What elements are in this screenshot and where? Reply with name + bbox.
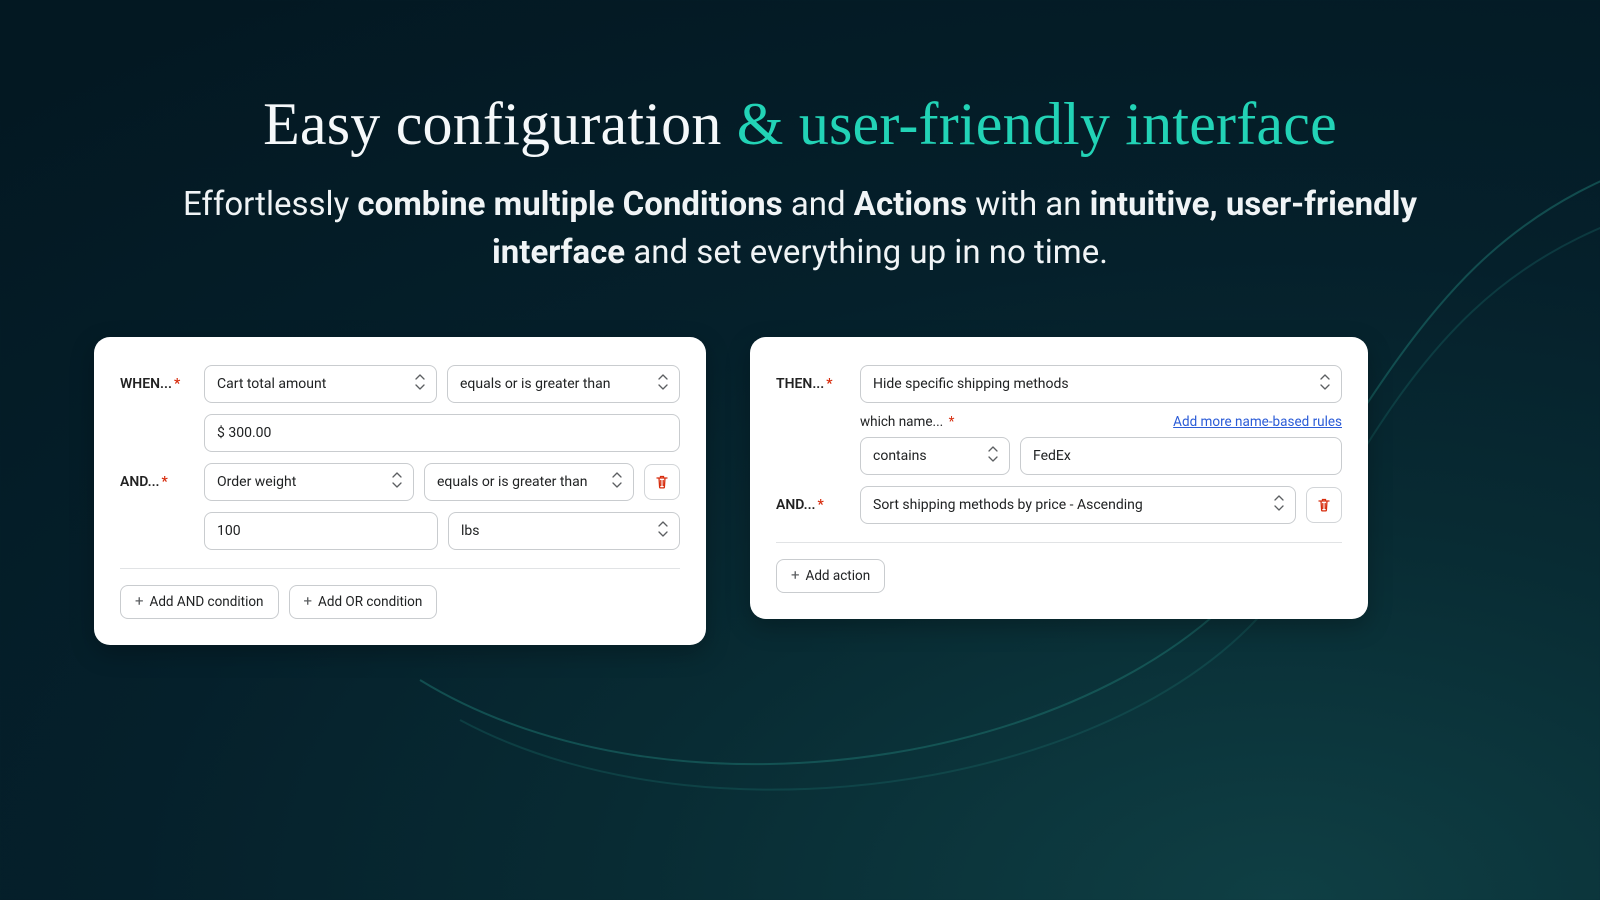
chevron-up-down-icon (657, 521, 669, 541)
chevron-up-down-icon (987, 446, 999, 466)
plus-icon: + (135, 594, 144, 609)
chevron-up-down-icon (611, 472, 623, 492)
actions-card: THEN...* Hide specific shipping methods … (750, 337, 1368, 619)
name-value-input[interactable]: FedEx (1020, 437, 1342, 475)
divider (120, 568, 680, 569)
add-or-condition-button[interactable]: + Add OR condition (289, 585, 438, 619)
chevron-up-down-icon (1273, 495, 1285, 515)
chevron-up-down-icon (391, 472, 403, 492)
required-asterisk: * (818, 497, 824, 513)
and-label: AND...* (776, 497, 850, 513)
delete-action-button[interactable] (1306, 487, 1342, 523)
and-label: AND...* (120, 474, 194, 490)
chevron-up-down-icon (1319, 374, 1331, 394)
required-asterisk: * (949, 414, 955, 430)
condition-field-select[interactable]: Cart total amount (204, 365, 437, 403)
hero-section: Easy configuration & user-friendly inter… (0, 0, 1600, 277)
add-name-rules-link[interactable]: Add more name-based rules (1173, 414, 1342, 430)
required-asterisk: * (174, 376, 180, 392)
required-asterisk: * (826, 376, 832, 392)
condition-unit-select[interactable]: lbs (448, 512, 680, 550)
plus-icon: + (304, 594, 313, 609)
condition-value-input[interactable]: 100 (204, 512, 438, 550)
page-subtitle: Effortlessly combine multiple Conditions… (170, 181, 1430, 277)
condition-operator-select[interactable]: equals or is greater than (447, 365, 680, 403)
condition-value-input[interactable]: $ 300.00 (204, 414, 680, 452)
when-label: WHEN...* (120, 376, 194, 392)
title-amp: & (722, 91, 799, 157)
then-label: THEN...* (776, 376, 850, 392)
title-part-2: user-friendly interface (799, 91, 1337, 157)
chevron-up-down-icon (657, 374, 669, 394)
page-title: Easy configuration & user-friendly inter… (0, 90, 1600, 159)
name-operator-select[interactable]: contains (860, 437, 1010, 475)
title-part-1: Easy configuration (263, 91, 721, 157)
condition-field-select[interactable]: Order weight (204, 463, 414, 501)
add-and-condition-button[interactable]: + Add AND condition (120, 585, 279, 619)
plus-icon: + (791, 568, 800, 583)
delete-condition-button[interactable] (644, 464, 680, 500)
required-asterisk: * (162, 474, 168, 490)
chevron-up-down-icon (414, 374, 426, 394)
action-select[interactable]: Hide specific shipping methods (860, 365, 1342, 403)
conditions-card: WHEN...* Cart total amount equals or is … (94, 337, 706, 645)
condition-operator-select[interactable]: equals or is greater than (424, 463, 634, 501)
divider (776, 542, 1342, 543)
trash-icon (654, 474, 670, 490)
add-action-button[interactable]: + Add action (776, 559, 885, 593)
action-select[interactable]: Sort shipping methods by price - Ascendi… (860, 486, 1296, 524)
trash-icon (1316, 497, 1332, 513)
which-name-label: which name... * (860, 414, 954, 430)
